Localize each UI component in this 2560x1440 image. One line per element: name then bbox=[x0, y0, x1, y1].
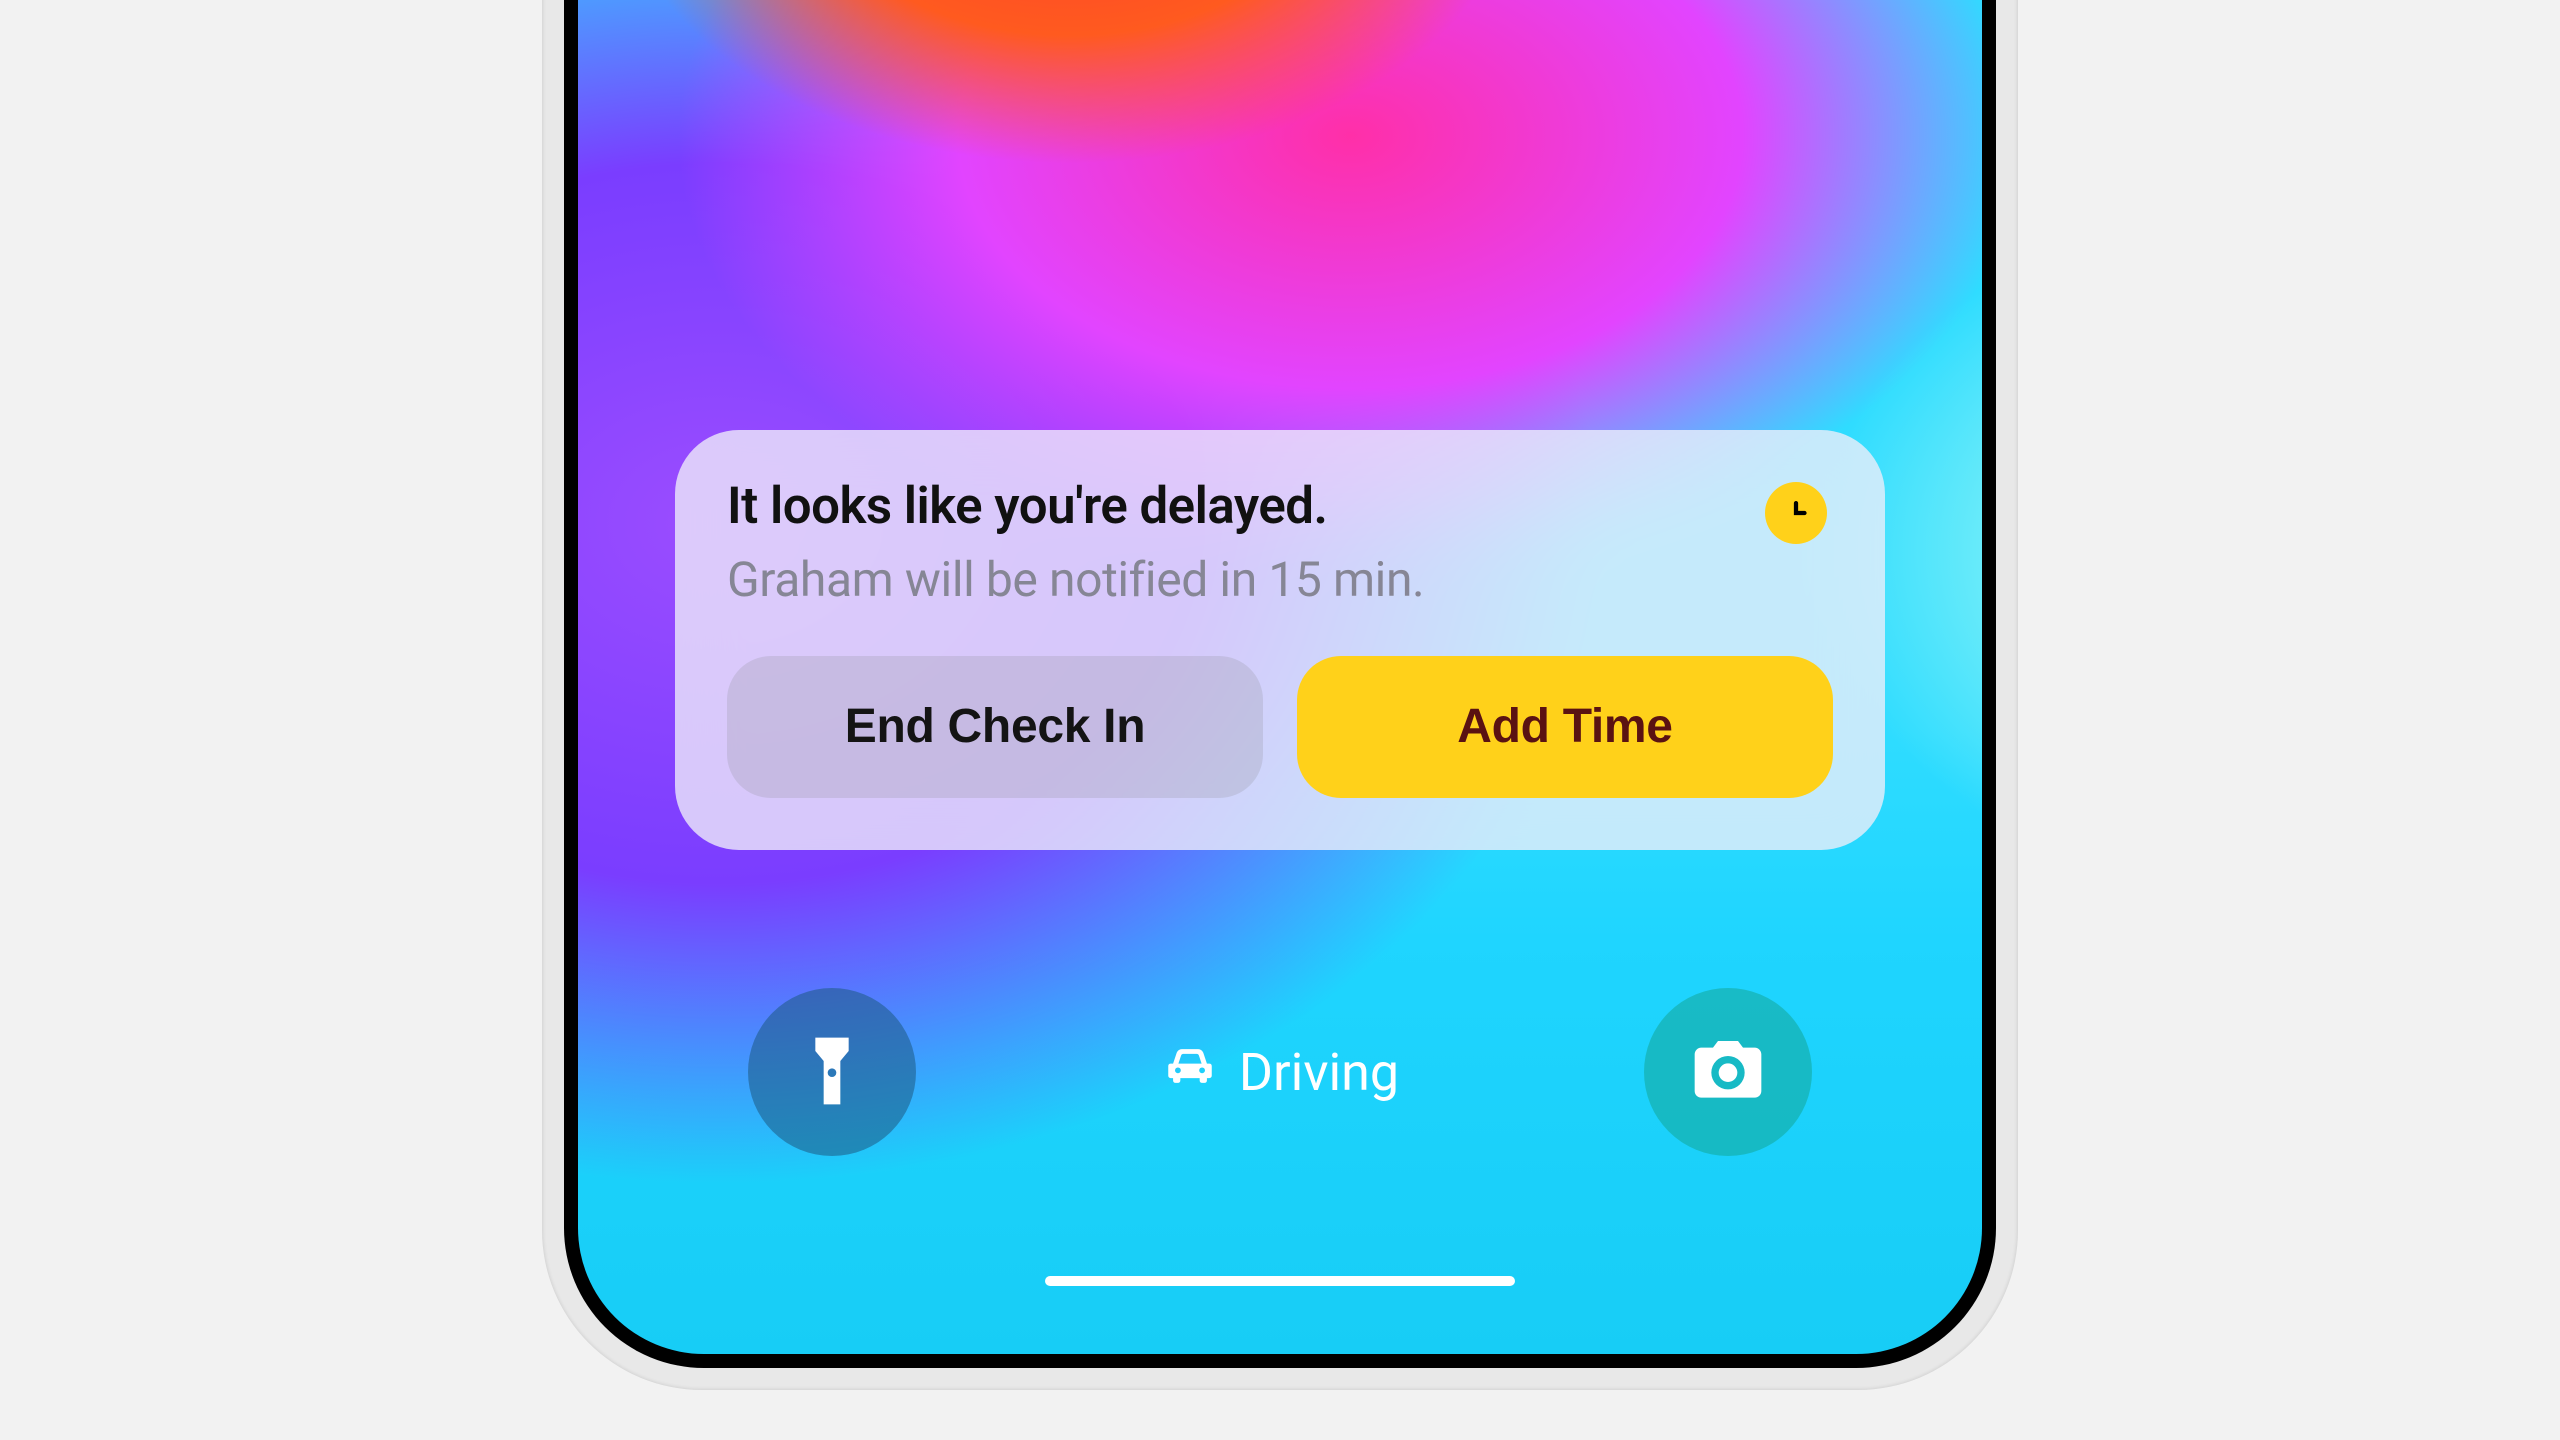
home-indicator[interactable] bbox=[1045, 1276, 1515, 1286]
focus-label: Driving bbox=[1239, 1042, 1399, 1103]
checkin-notification: It looks like you're delayed. Graham wil… bbox=[675, 430, 1885, 850]
flashlight-button[interactable] bbox=[748, 988, 916, 1156]
notification-buttons: End Check In Add Time bbox=[727, 656, 1833, 798]
car-icon bbox=[1161, 1037, 1219, 1108]
focus-status[interactable]: Driving bbox=[1161, 1037, 1399, 1108]
phone-frame: It looks like you're delayed. Graham wil… bbox=[542, 0, 2018, 1390]
lock-screen-bottom-row: Driving bbox=[578, 988, 1982, 1156]
notification-subtitle: Graham will be notified in 15 min. bbox=[727, 551, 1735, 608]
flashlight-icon bbox=[792, 1031, 872, 1114]
end-checkin-button[interactable]: End Check In bbox=[727, 656, 1263, 798]
lock-screen: It looks like you're delayed. Graham wil… bbox=[578, 0, 1982, 1354]
camera-icon bbox=[1688, 1031, 1768, 1114]
add-time-button[interactable]: Add Time bbox=[1297, 656, 1833, 798]
notification-header: It looks like you're delayed. Graham wil… bbox=[727, 478, 1833, 608]
notification-title: It looks like you're delayed. bbox=[727, 478, 1735, 537]
phone-bezel: It looks like you're delayed. Graham wil… bbox=[564, 0, 1996, 1368]
clock-icon bbox=[1765, 482, 1827, 544]
notification-text-block: It looks like you're delayed. Graham wil… bbox=[727, 478, 1735, 608]
camera-button[interactable] bbox=[1644, 988, 1812, 1156]
